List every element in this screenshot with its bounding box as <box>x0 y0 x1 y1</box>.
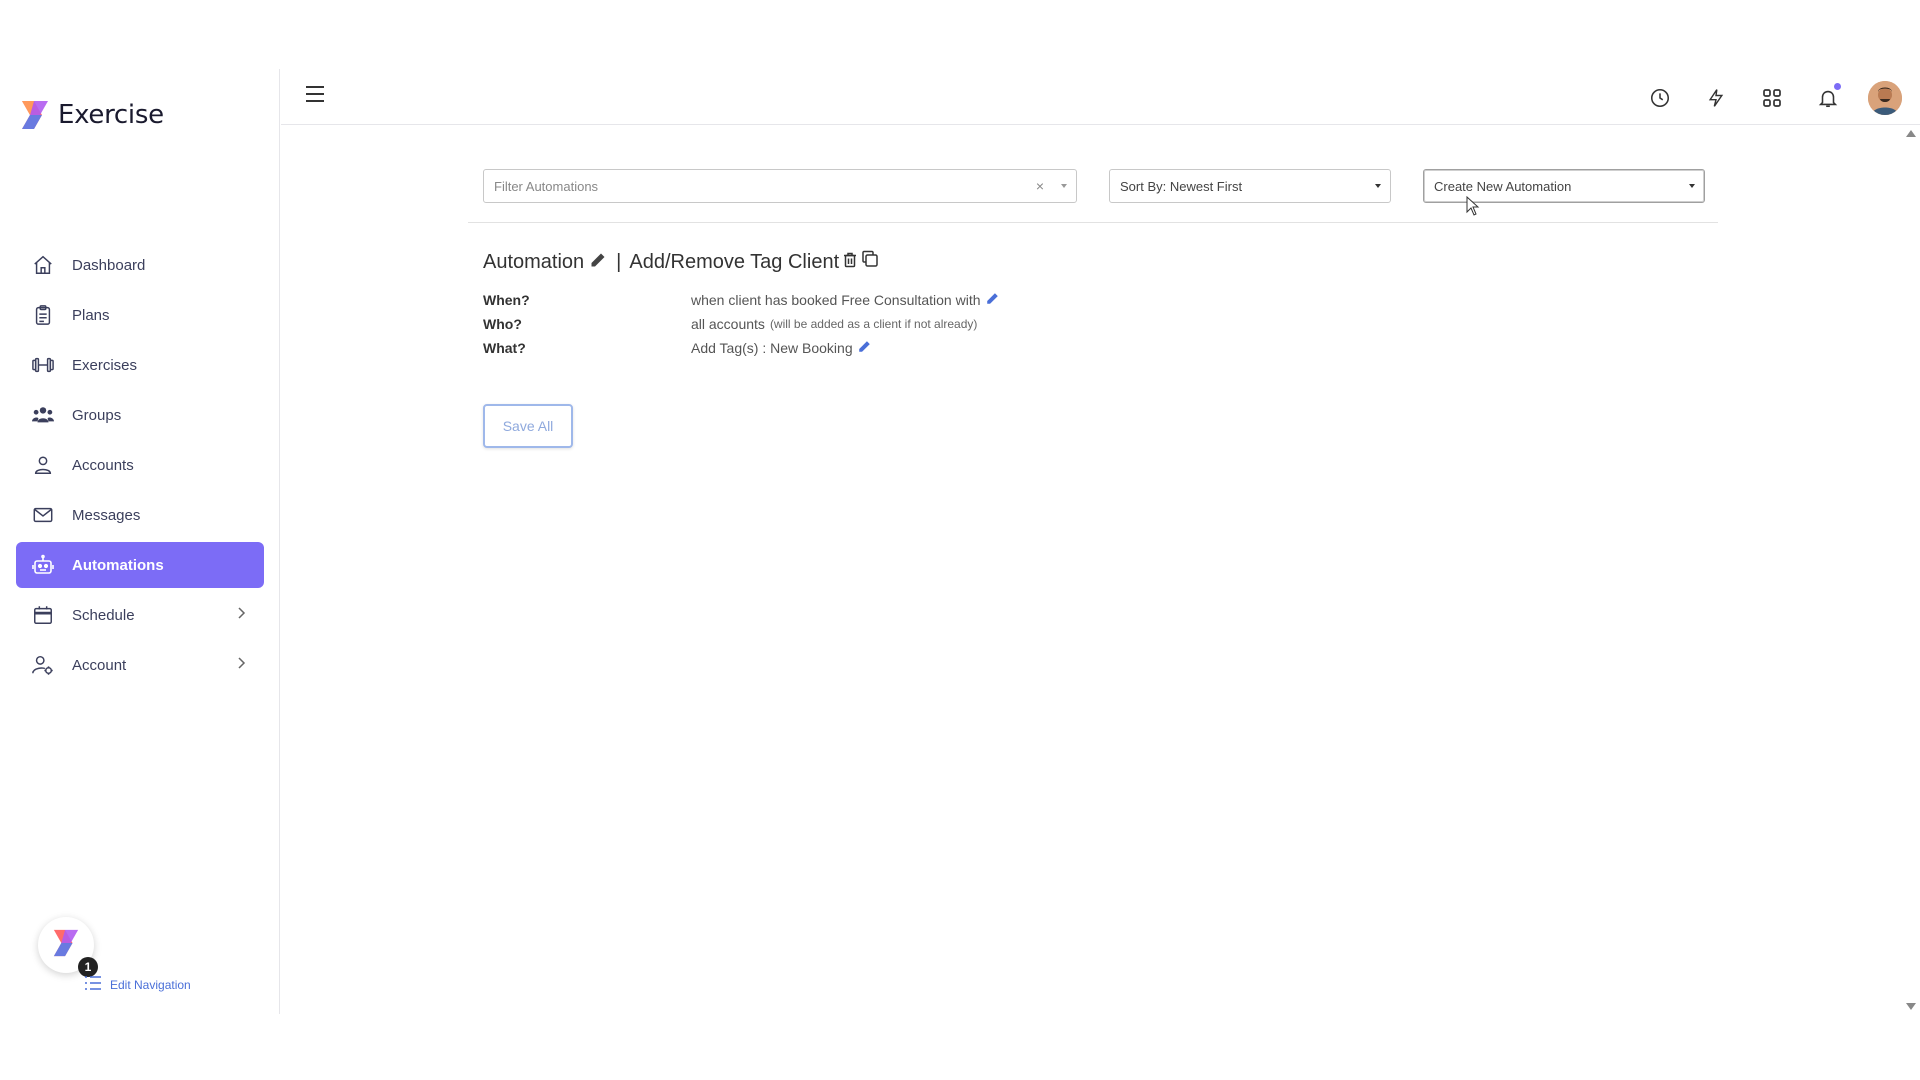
scroll-down-arrow-icon[interactable] <box>1906 1003 1916 1010</box>
create-value: Create New Automation <box>1434 178 1572 194</box>
sidebar-item-label: Schedule <box>72 606 135 624</box>
logo-icon <box>20 99 50 131</box>
user-avatar[interactable] <box>1868 81 1902 115</box>
home-icon <box>31 253 55 277</box>
clipboard-icon <box>31 303 55 327</box>
sidebar-item-label: Exercises <box>72 356 138 374</box>
main-nav: Dashboard Plans Exercises Groups Account… <box>16 242 264 692</box>
what-row: What? Add Tag(s) : New Booking <box>483 336 999 360</box>
sort-select[interactable]: Sort By: Newest First <box>1109 169 1391 203</box>
clear-icon[interactable]: × <box>1036 178 1044 194</box>
sidebar-item-automations[interactable]: Automations <box>16 542 264 588</box>
who-label: Who? <box>483 316 522 332</box>
notification-count-badge: 1 <box>78 957 98 977</box>
who-text: all accounts <box>691 316 765 332</box>
edit-navigation-area: 1 Edit Navigation <box>38 917 191 992</box>
robot-icon <box>31 553 55 577</box>
sort-value: Sort By: Newest First <box>1120 178 1243 194</box>
notification-dot <box>1834 83 1841 90</box>
top-bar-actions <box>1644 81 1902 115</box>
save-all-button[interactable]: Save All <box>483 404 573 448</box>
automation-name: Add/Remove Tag Client <box>629 250 840 273</box>
what-label: What? <box>483 340 526 356</box>
chevron-right-icon <box>236 606 246 624</box>
sidebar-item-account[interactable]: Account <box>16 642 264 688</box>
chevron-right-icon <box>236 656 246 674</box>
sidebar-item-exercises[interactable]: Exercises <box>16 342 264 388</box>
title-separator: | <box>616 250 622 273</box>
calendar-icon <box>31 603 55 627</box>
history-icon[interactable] <box>1644 82 1676 114</box>
when-text: when client has booked Free Consultation… <box>691 292 981 308</box>
filter-automations-select[interactable]: Filter Automations × <box>483 169 1077 203</box>
sidebar-item-label: Groups <box>72 406 122 424</box>
what-value: Add Tag(s) : New Booking <box>691 340 871 356</box>
sidebar-item-label: Dashboard <box>72 256 146 274</box>
trash-icon[interactable] <box>843 251 857 274</box>
sidebar-item-dashboard[interactable]: Dashboard <box>16 242 264 288</box>
automation-header: Automation | Add/Remove Tag Client <box>483 250 879 274</box>
sidebar-item-label: Plans <box>72 306 110 324</box>
hamburger-menu-icon[interactable] <box>305 85 325 108</box>
bell-icon[interactable] <box>1812 82 1844 114</box>
user-gear-icon <box>31 653 55 677</box>
apps-grid-icon[interactable] <box>1756 82 1788 114</box>
edit-pencil-icon[interactable] <box>986 292 999 308</box>
sidebar-item-label: Account <box>72 656 127 674</box>
when-label: When? <box>483 292 530 308</box>
sidebar-item-accounts[interactable]: Accounts <box>16 442 264 488</box>
scrollbar[interactable] <box>1901 126 1920 1014</box>
dumbbell-icon <box>31 353 55 377</box>
sidebar-item-label: Accounts <box>72 456 134 474</box>
caret-down-icon <box>1375 184 1381 188</box>
sidebar-item-messages[interactable]: Messages <box>16 492 264 538</box>
what-text: Add Tag(s) : New Booking <box>691 340 853 356</box>
lightning-icon[interactable] <box>1700 82 1732 114</box>
sidebar-item-label: Automations <box>72 556 164 574</box>
sidebar: Exercise Dashboard Plans Exercises Group… <box>0 69 280 1014</box>
edit-navigation-link[interactable]: Edit Navigation <box>84 975 191 994</box>
top-bar <box>281 69 1920 125</box>
filter-toolbar: Filter Automations × Sort By: Newest Fir… <box>483 169 1705 205</box>
when-row: When? when client has booked Free Consul… <box>483 288 999 312</box>
copy-icon[interactable] <box>861 250 879 274</box>
sidebar-item-schedule[interactable]: Schedule <box>16 592 264 638</box>
filter-placeholder: Filter Automations <box>494 178 599 194</box>
edit-navigation-label: Edit Navigation <box>110 977 191 992</box>
who-value: all accounts (will be added as a client … <box>691 316 977 332</box>
mail-icon <box>31 503 55 527</box>
caret-down-icon <box>1689 184 1695 188</box>
main-content: Filter Automations × Sort By: Newest Fir… <box>281 126 1901 1014</box>
logo-icon <box>52 928 80 963</box>
app-logo[interactable]: Exercise <box>20 99 164 131</box>
who-note: (will be added as a client if not alread… <box>769 317 978 331</box>
caret-down-icon <box>1061 184 1067 188</box>
who-row: Who? all accounts (will be added as a cl… <box>483 312 999 336</box>
automation-title-prefix: Automation <box>483 250 585 273</box>
scroll-up-arrow-icon[interactable] <box>1906 130 1916 137</box>
edit-pencil-icon[interactable] <box>858 340 871 356</box>
edit-pencil-icon[interactable] <box>590 251 606 274</box>
sidebar-item-plans[interactable]: Plans <box>16 292 264 338</box>
when-value: when client has booked Free Consultation… <box>691 292 999 308</box>
app-launcher-button[interactable]: 1 <box>38 917 98 977</box>
mouse-cursor-icon <box>1466 195 1480 221</box>
sidebar-item-groups[interactable]: Groups <box>16 392 264 438</box>
divider <box>468 222 1718 223</box>
user-icon <box>31 453 55 477</box>
users-icon <box>31 403 55 427</box>
sidebar-item-label: Messages <box>72 506 141 524</box>
list-icon <box>84 975 102 994</box>
app-name: Exercise <box>58 100 164 130</box>
automation-details: When? when client has booked Free Consul… <box>483 288 999 360</box>
